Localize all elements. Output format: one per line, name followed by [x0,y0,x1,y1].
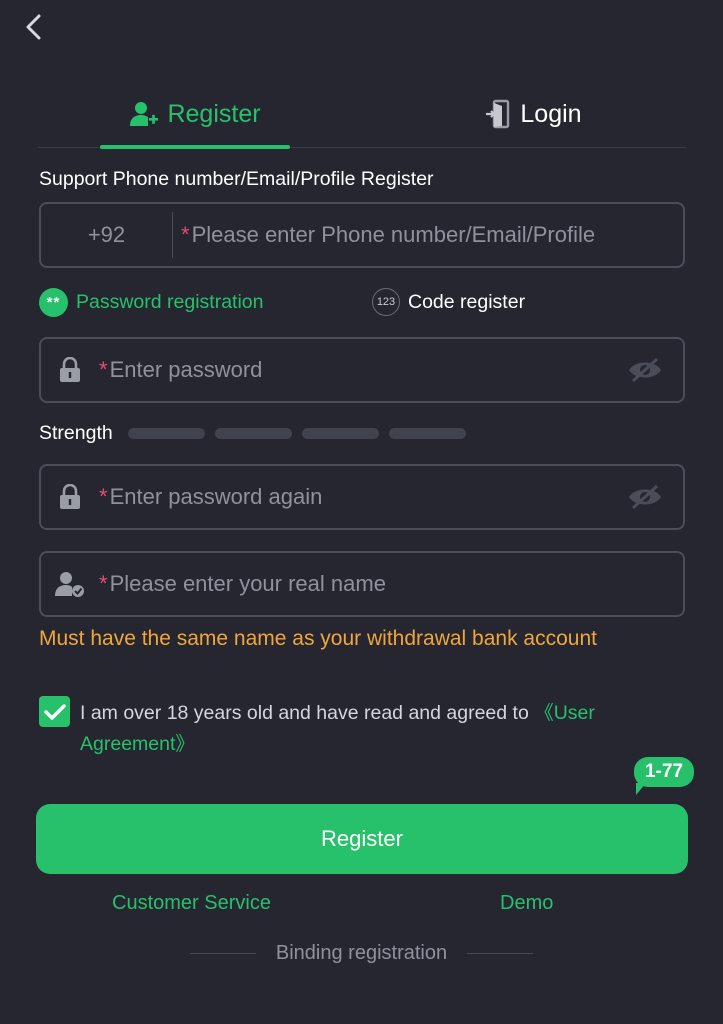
agreement-statement: I am over 18 years old and have read and… [80,702,535,724]
lock-icon [41,484,99,510]
name-warning: Must have the same name as your withdraw… [39,627,597,650]
password-again-input[interactable] [99,466,683,528]
code-register-option[interactable]: 123 Code register [372,288,525,316]
register-button[interactable]: Register [36,804,688,874]
binding-registration: Binding registration [0,942,723,965]
chevron-left-icon [26,14,41,40]
tab-login-label: Login [520,99,582,128]
user-add-icon [130,102,159,126]
agreement-text: I am over 18 years old and have read and… [80,698,640,760]
password-registration-label: Password registration [76,291,264,313]
account-field: +92 * Please enter Phone number/Email/Pr… [39,202,685,268]
door-login-icon [486,99,510,129]
check-icon [43,703,66,720]
strength-bar [215,428,292,439]
auth-tabs: Register Login [38,80,686,149]
strength-bar [128,428,205,439]
divider [189,953,256,954]
promo-bubble: 1-77 [634,757,694,795]
account-input[interactable] [181,204,683,266]
tab-register-label: Register [167,99,261,128]
code-number-icon: 123 [372,288,400,316]
password-field: * Enter password [39,337,685,403]
agreement-checkbox[interactable] [39,696,70,727]
password-again-field: * Enter password again [39,464,685,530]
eye-hidden-icon[interactable] [627,483,663,516]
back-button[interactable] [18,12,48,42]
eye-hidden-icon[interactable] [627,356,663,389]
tab-register[interactable]: Register [100,80,290,149]
strength-bar [302,428,379,439]
tab-login[interactable]: Login [458,80,608,148]
real-name-input[interactable] [99,553,683,615]
password-dots-icon: ** [39,288,68,317]
real-name-field: * Please enter your real name [39,551,685,617]
strength-bar [389,428,466,439]
strength-label: Strength [39,422,113,444]
customer-service-link[interactable]: Customer Service [112,892,271,915]
divider [467,953,534,954]
lock-icon [41,357,99,383]
binding-registration-label[interactable]: Binding registration [276,942,447,965]
user-check-icon [41,570,99,598]
demo-link[interactable]: Demo [500,892,553,915]
strength-meter [128,428,466,439]
support-label: Support Phone number/Email/Profile Regis… [39,168,434,190]
code-register-label: Code register [408,290,526,313]
country-code-selector[interactable]: +92 [41,212,173,258]
password-input[interactable] [99,339,683,401]
password-registration-option[interactable]: ** Password registration [39,288,264,317]
